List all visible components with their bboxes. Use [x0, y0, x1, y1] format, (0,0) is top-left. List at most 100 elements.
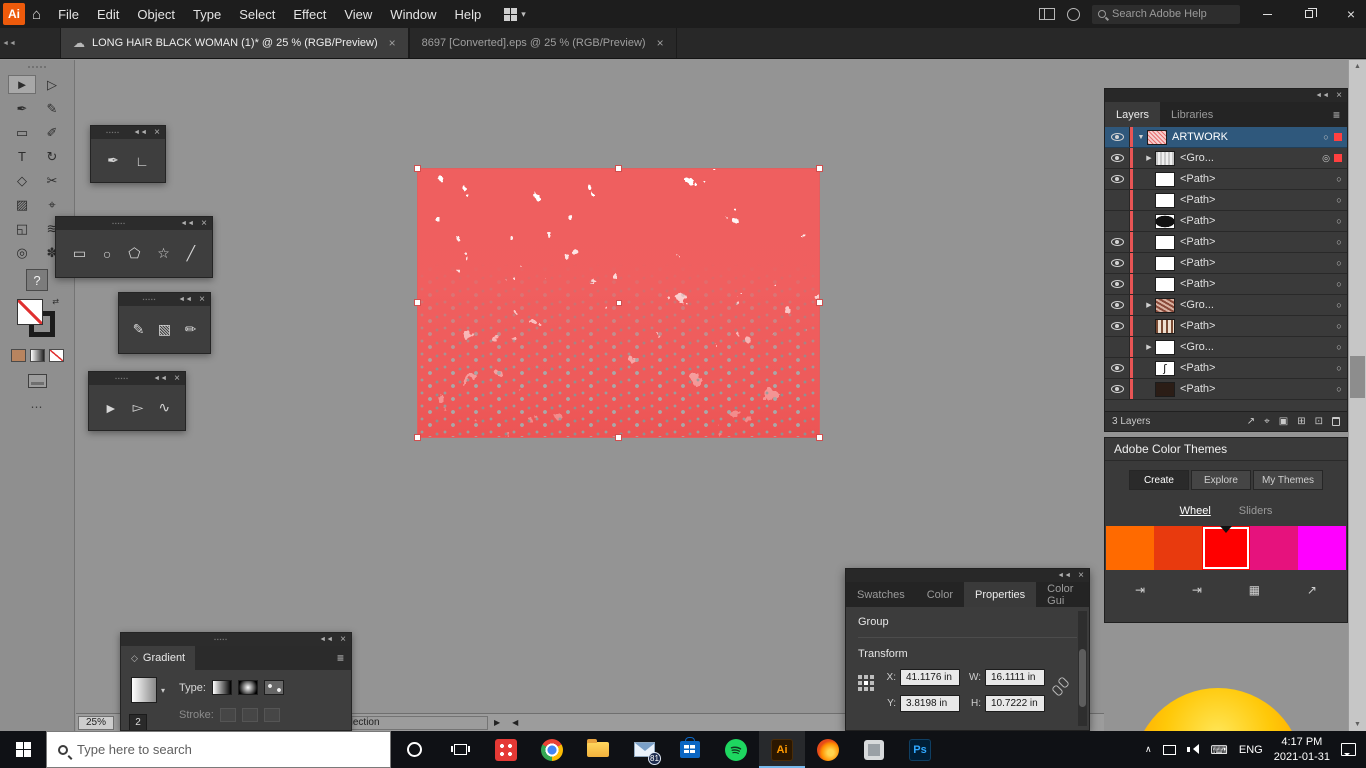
constrain-proportions-icon[interactable]: [1052, 677, 1068, 697]
selection-handle[interactable]: [816, 165, 823, 172]
layer-name[interactable]: <Gro...: [1180, 341, 1331, 353]
visibility-toggle[interactable]: [1105, 127, 1130, 147]
start-button[interactable]: [0, 731, 46, 768]
edit-toolbar-icon[interactable]: ⋯: [0, 400, 74, 414]
eraser-tool[interactable]: ◇: [9, 172, 35, 189]
curvature-tool[interactable]: ✎: [39, 100, 65, 117]
layer-row[interactable]: <Path> ○: [1105, 232, 1347, 253]
rotate-tool[interactable]: ↻: [39, 148, 65, 165]
visibility-toggle[interactable]: [1105, 358, 1130, 378]
theme-swatch[interactable]: [1202, 526, 1250, 570]
layer-row[interactable]: ▼ ARTWORK ○: [1105, 127, 1347, 148]
discover-icon[interactable]: [1067, 7, 1080, 21]
layer-name[interactable]: <Path>: [1180, 278, 1331, 290]
target-icon[interactable]: ○: [1331, 321, 1347, 331]
show-hidden-icons-chevron[interactable]: ∧: [1145, 744, 1152, 755]
close-panel-icon[interactable]: ×: [1336, 90, 1342, 101]
panel-title-bar[interactable]: ▪▪▪▪▪ ◄◄ ×: [56, 217, 212, 230]
visibility-toggle[interactable]: [1105, 337, 1130, 357]
visibility-toggle[interactable]: [1105, 169, 1130, 189]
paintbrush-tool[interactable]: ✐: [39, 124, 65, 141]
layer-name[interactable]: <Path>: [1180, 215, 1331, 227]
visibility-toggle[interactable]: [1105, 190, 1130, 210]
stroke-gradient-across-button[interactable]: [263, 708, 280, 722]
tab-wheel[interactable]: Wheel: [1180, 505, 1211, 517]
language-indicator[interactable]: ENG: [1239, 744, 1263, 756]
panel-title-bar[interactable]: ▪▪▪▪▪ ◄◄ ×: [89, 372, 185, 385]
tab-swatches[interactable]: Swatches: [846, 582, 916, 607]
expand-icon[interactable]: ▶: [1143, 343, 1155, 351]
tab-color[interactable]: Color: [916, 582, 964, 607]
tab-layers[interactable]: Layers: [1105, 102, 1161, 127]
gradient-tool[interactable]: ▨: [9, 196, 35, 213]
rectangle-tool-icon[interactable]: ▭: [73, 245, 86, 262]
swap-fill-stroke-icon[interactable]: ⇄: [52, 297, 59, 306]
layer-row[interactable]: ▶ <Gro... ◎: [1105, 148, 1347, 169]
home-icon[interactable]: ⌂: [32, 6, 41, 23]
target-icon[interactable]: ○: [1331, 237, 1347, 247]
direct-selection-tool[interactable]: ▷: [39, 76, 65, 93]
artboard-tool[interactable]: ◱: [9, 220, 35, 237]
collapse-panel-icon[interactable]: ◄◄: [153, 375, 167, 382]
explore-button[interactable]: Explore: [1190, 470, 1251, 490]
target-icon[interactable]: ○: [1318, 132, 1334, 142]
reference-point-locator[interactable]: [858, 675, 875, 692]
eyedropper-tool[interactable]: ⌖: [39, 196, 65, 213]
close-tab-icon[interactable]: ×: [657, 36, 664, 50]
theme-swatch[interactable]: [1106, 526, 1154, 570]
close-tab-icon[interactable]: ×: [389, 36, 396, 50]
rectangle-tool[interactable]: ▭: [9, 124, 35, 141]
close-panel-icon[interactable]: ×: [1078, 570, 1084, 581]
freeform-gradient-button[interactable]: [263, 680, 284, 695]
scrollbar-thumb[interactable]: [1350, 356, 1365, 398]
workspace-switcher[interactable]: ▾: [504, 7, 526, 21]
my-themes-button[interactable]: My Themes: [1252, 470, 1324, 490]
vertical-scrollbar[interactable]: ▲ ▼: [1348, 60, 1366, 731]
document-tab-active[interactable]: ☁ LONG HAIR BLACK WOMAN (1)* @ 25 % (RGB…: [60, 28, 409, 58]
theme-swatch[interactable]: [1250, 526, 1298, 570]
help-search-box[interactable]: [1092, 4, 1240, 24]
radial-gradient-button[interactable]: [237, 680, 258, 695]
selection-handle[interactable]: [614, 434, 622, 441]
add-theme-icon[interactable]: ⇥: [1192, 583, 1202, 597]
taskbar-app-chrome[interactable]: [529, 731, 575, 768]
panel-title-bar[interactable]: ◄◄ ×: [846, 569, 1089, 582]
pen-tool-icon[interactable]: ✒: [107, 152, 119, 169]
visibility-toggle[interactable]: [1105, 316, 1130, 336]
menu-type[interactable]: Type: [184, 0, 230, 28]
next-artboard-icon[interactable]: ▶: [494, 718, 500, 727]
layer-name[interactable]: <Path>: [1180, 362, 1331, 374]
expand-icon[interactable]: ▶: [1143, 301, 1155, 309]
network-icon[interactable]: [1162, 744, 1176, 755]
gradient-swatch[interactable]: [131, 677, 157, 703]
visibility-toggle[interactable]: [1105, 379, 1130, 399]
close-panel-icon[interactable]: ×: [340, 634, 346, 645]
share-icon[interactable]: ↗: [1307, 583, 1317, 597]
menu-help[interactable]: Help: [446, 0, 491, 28]
layer-name[interactable]: <Path>: [1180, 383, 1331, 395]
minimize-button[interactable]: [1252, 0, 1282, 28]
menu-effect[interactable]: Effect: [284, 0, 335, 28]
star-tool-icon[interactable]: ☆: [157, 245, 170, 262]
selection-handle[interactable]: [414, 299, 421, 306]
help-search-input[interactable]: [1112, 8, 1234, 20]
stroke-gradient-along-button[interactable]: [241, 708, 258, 722]
arrange-documents-icon[interactable]: [1039, 8, 1055, 20]
selection-handle[interactable]: [816, 299, 823, 306]
taskbar-app-red[interactable]: [483, 731, 529, 768]
menu-view[interactable]: View: [335, 0, 381, 28]
layer-name[interactable]: <Gro...: [1180, 299, 1331, 311]
tab-libraries[interactable]: Libraries: [1160, 102, 1224, 127]
layer-row[interactable]: <Path> ○: [1105, 379, 1347, 400]
selection-center-point[interactable]: [615, 300, 622, 306]
scroll-down-icon[interactable]: ▼: [1349, 721, 1366, 728]
layer-row[interactable]: <Path> ○: [1105, 358, 1347, 379]
zoom-level-field[interactable]: 25%: [78, 715, 114, 730]
fill-stroke-proxy[interactable]: ⇄: [17, 297, 59, 339]
create-button[interactable]: Create: [1128, 470, 1189, 490]
layer-row[interactable]: ▶ <Gro... ○: [1105, 295, 1347, 316]
visibility-toggle[interactable]: [1105, 274, 1130, 294]
gradient-mode-button[interactable]: [29, 349, 45, 362]
grid-view-icon[interactable]: ▦: [1249, 583, 1260, 597]
taskbar-app-photoshop[interactable]: Ps: [897, 731, 943, 768]
